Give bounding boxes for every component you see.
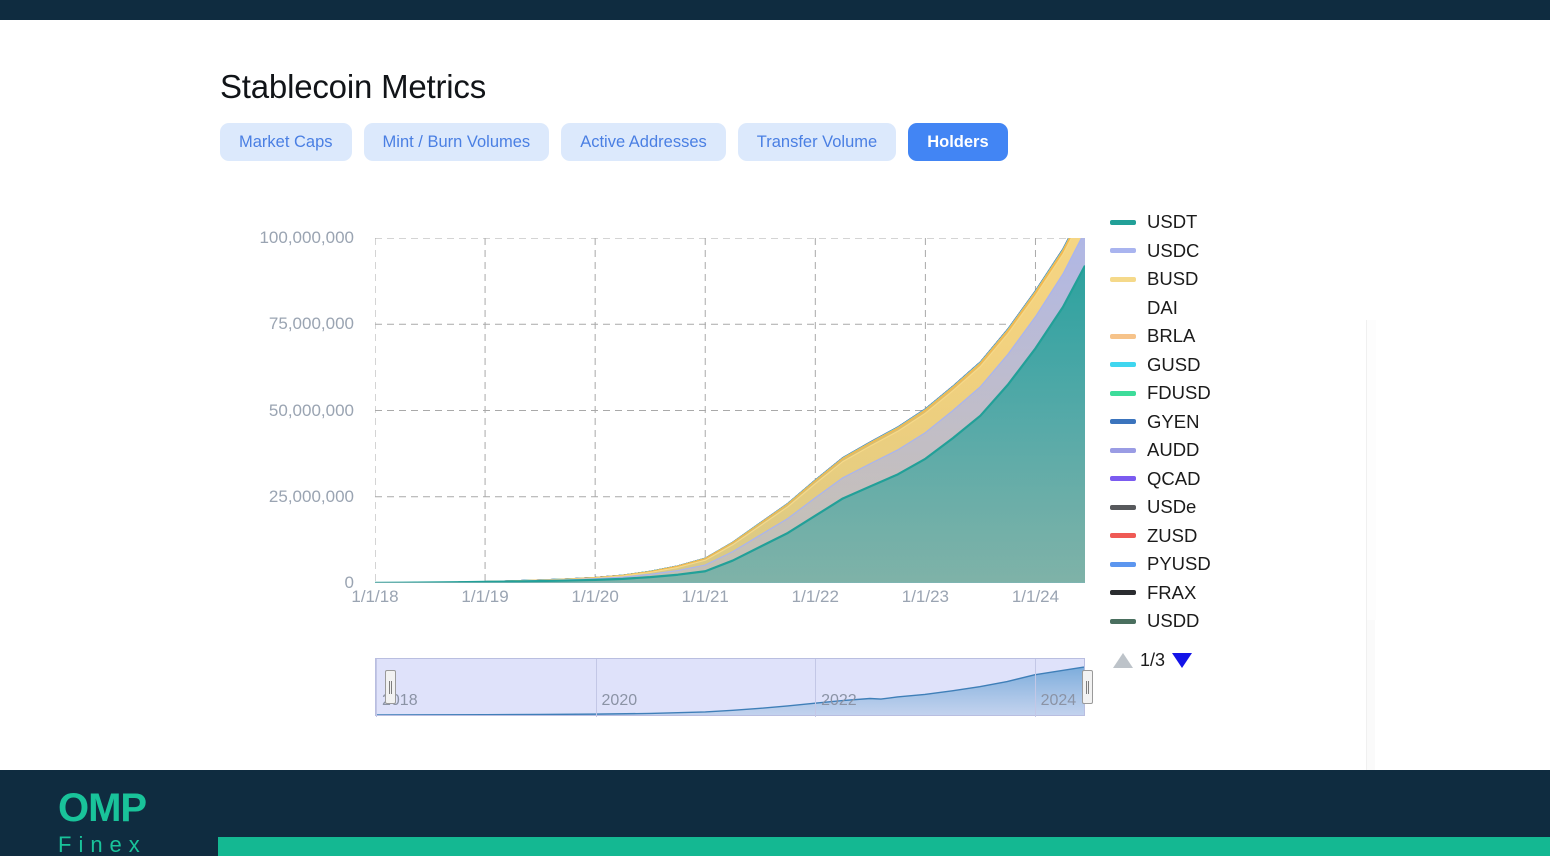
x-axis-tick-label: 1/1/18 — [351, 587, 399, 606]
range-handle-right[interactable] — [1082, 670, 1093, 704]
legend-item-label: BRLA — [1147, 325, 1196, 347]
legend-pager: 1/3 — [1113, 650, 1350, 671]
legend-swatch-icon — [1110, 276, 1136, 282]
stacked-area-chart — [375, 238, 1085, 583]
x-axis-tick-label: 1/1/19 — [461, 587, 509, 606]
page-scrollbar[interactable] — [1366, 320, 1376, 790]
page-scrollbar-thumb[interactable] — [1367, 320, 1376, 620]
handle-grip-icon — [1086, 680, 1089, 694]
legend-item-label: USDT — [1147, 211, 1198, 233]
y-axis-tick-label: 75,000,000 — [268, 314, 354, 334]
legend-item-label: PYUSD — [1147, 553, 1211, 575]
y-axis: 0 25,000,000 50,000,000 75,000,000 100,000,0… — [220, 195, 355, 592]
legend-item-label: BUSD — [1147, 268, 1199, 290]
legend-swatch-icon — [1110, 476, 1136, 482]
navigator-gridline — [1034, 659, 1036, 717]
legend-swatch-icon — [1110, 618, 1136, 624]
tab-market-caps[interactable]: Market Caps — [220, 123, 352, 161]
navigator-gridline — [376, 659, 377, 717]
chart-plot-area[interactable] — [375, 238, 1085, 583]
legend-page-indicator: 1/3 — [1140, 649, 1166, 670]
handle-grip-icon — [389, 680, 392, 694]
main-content: Stablecoin Metrics Market Caps Mint / Bur… — [0, 20, 1550, 790]
legend-item-usdt[interactable]: USDT — [1110, 208, 1350, 237]
top-bar — [0, 0, 1550, 20]
legend-item-label: USDD — [1147, 610, 1200, 632]
y-axis-tick-label: 25,000,000 — [268, 486, 354, 506]
chart-card: 0 25,000,000 50,000,000 75,000,000 100,000,0… — [220, 195, 1365, 765]
x-axis: 1/1/18 1/1/19 1/1/20 1/1/21 1/1/22 1/1/23 1/1/… — [351, 587, 1085, 615]
chart-legend: USDT USDC BUSD DAI BRLA GUSD FDUSD GYEN AUDD QCAD… — [1110, 208, 1350, 671]
x-axis-tick-label: 1/1/23 — [901, 587, 950, 606]
legend-item-qcad[interactable]: QCAD — [1110, 465, 1350, 494]
legend-swatch-icon — [1110, 248, 1136, 254]
navigator-gridline — [595, 659, 597, 717]
legend-swatch-icon — [1110, 504, 1136, 510]
legend-swatch-icon — [1110, 390, 1136, 396]
x-axis-tick-label: 1/1/22 — [791, 587, 839, 606]
legend-item-label: ZUSD — [1147, 524, 1198, 546]
legend-item-label: FDUSD — [1147, 382, 1211, 404]
legend-item-fdusd[interactable]: FDUSD — [1110, 379, 1350, 408]
legend-swatch-icon — [1110, 447, 1136, 453]
navigator-tick-label: 2022 — [821, 692, 857, 709]
footer-accent-bar — [218, 837, 1550, 856]
omp-finex-logo: OMP Finex — [58, 788, 147, 856]
legend-item-label: USDe — [1147, 496, 1197, 518]
area-series-usdt — [375, 265, 1085, 583]
logo-main-text: OMP — [58, 786, 147, 830]
legend-swatch-icon — [1110, 362, 1136, 368]
legend-item-busd[interactable]: BUSD — [1110, 265, 1350, 294]
logo-sub-text: Finex — [58, 832, 147, 856]
legend-item-zusd[interactable]: ZUSD — [1110, 522, 1350, 551]
legend-item-usdd[interactable]: USDD — [1110, 607, 1350, 636]
navigator-tick-label: 2024 — [1040, 692, 1077, 709]
triangle-down-icon[interactable] — [1172, 652, 1193, 668]
tab-mint-burn-volumes[interactable]: Mint / Burn Volumes — [363, 123, 550, 161]
legend-item-pyusd[interactable]: PYUSD — [1110, 550, 1350, 579]
legend-swatch-icon — [1110, 590, 1136, 596]
range-handle-left[interactable] — [385, 670, 396, 704]
navigator-tick-label: 2020 — [601, 692, 638, 709]
legend-swatch-icon — [1110, 305, 1136, 310]
legend-item-brla[interactable]: BRLA — [1110, 322, 1350, 351]
legend-item-usdc[interactable]: USDC — [1110, 237, 1350, 266]
legend-item-usde[interactable]: USDe — [1110, 493, 1350, 522]
legend-item-gusd[interactable]: GUSD — [1110, 351, 1350, 380]
x-axis-tick-label: 1/1/20 — [571, 587, 619, 606]
legend-item-label: QCAD — [1147, 467, 1201, 489]
legend-item-label: AUDD — [1147, 439, 1200, 461]
legend-item-dai[interactable]: DAI — [1110, 294, 1350, 323]
range-navigator[interactable]: 2018 2020 2022 2024 — [375, 658, 1093, 717]
legend-swatch-icon — [1110, 419, 1136, 425]
legend-items: USDT USDC BUSD DAI BRLA GUSD FDUSD GYEN AUDD QCAD… — [1110, 208, 1350, 636]
app-page: Stablecoin Metrics Market Caps Mint / Bur… — [0, 0, 1550, 856]
legend-item-frax[interactable]: FRAX — [1110, 579, 1350, 608]
legend-item-label: DAI — [1147, 296, 1178, 318]
tab-holders[interactable]: Holders — [908, 123, 1008, 161]
navigator-gridline — [815, 659, 817, 717]
x-axis-tick-label: 1/1/24 — [1011, 587, 1060, 606]
legend-swatch-icon — [1110, 533, 1136, 539]
legend-item-label: GYEN — [1147, 410, 1200, 432]
range-navigator-track[interactable]: 2018 2020 2022 2024 — [375, 658, 1085, 717]
legend-item-label: FRAX — [1147, 581, 1197, 603]
legend-swatch-icon — [1110, 561, 1136, 567]
metric-tabs: Market Caps Mint / Burn Volumes Active Add… — [220, 123, 1008, 161]
legend-item-label: USDC — [1147, 239, 1200, 261]
triangle-up-icon[interactable] — [1113, 652, 1133, 668]
legend-item-gyen[interactable]: GYEN — [1110, 408, 1350, 437]
x-axis-tick-label: 1/1/21 — [681, 587, 729, 606]
legend-swatch-icon — [1110, 219, 1136, 225]
legend-swatch-icon — [1110, 333, 1136, 339]
legend-item-audd[interactable]: AUDD — [1110, 436, 1350, 465]
navigator-series — [376, 666, 1084, 715]
y-axis-tick-label: 100,000,000 — [259, 228, 354, 247]
legend-item-label: GUSD — [1147, 353, 1201, 375]
tab-active-addresses[interactable]: Active Addresses — [561, 123, 726, 161]
site-footer: OMP Finex — [0, 770, 1550, 856]
page-title: Stablecoin Metrics — [220, 68, 487, 105]
tab-transfer-volume[interactable]: Transfer Volume — [737, 123, 897, 161]
y-axis-tick-label: 50,000,000 — [268, 400, 354, 420]
